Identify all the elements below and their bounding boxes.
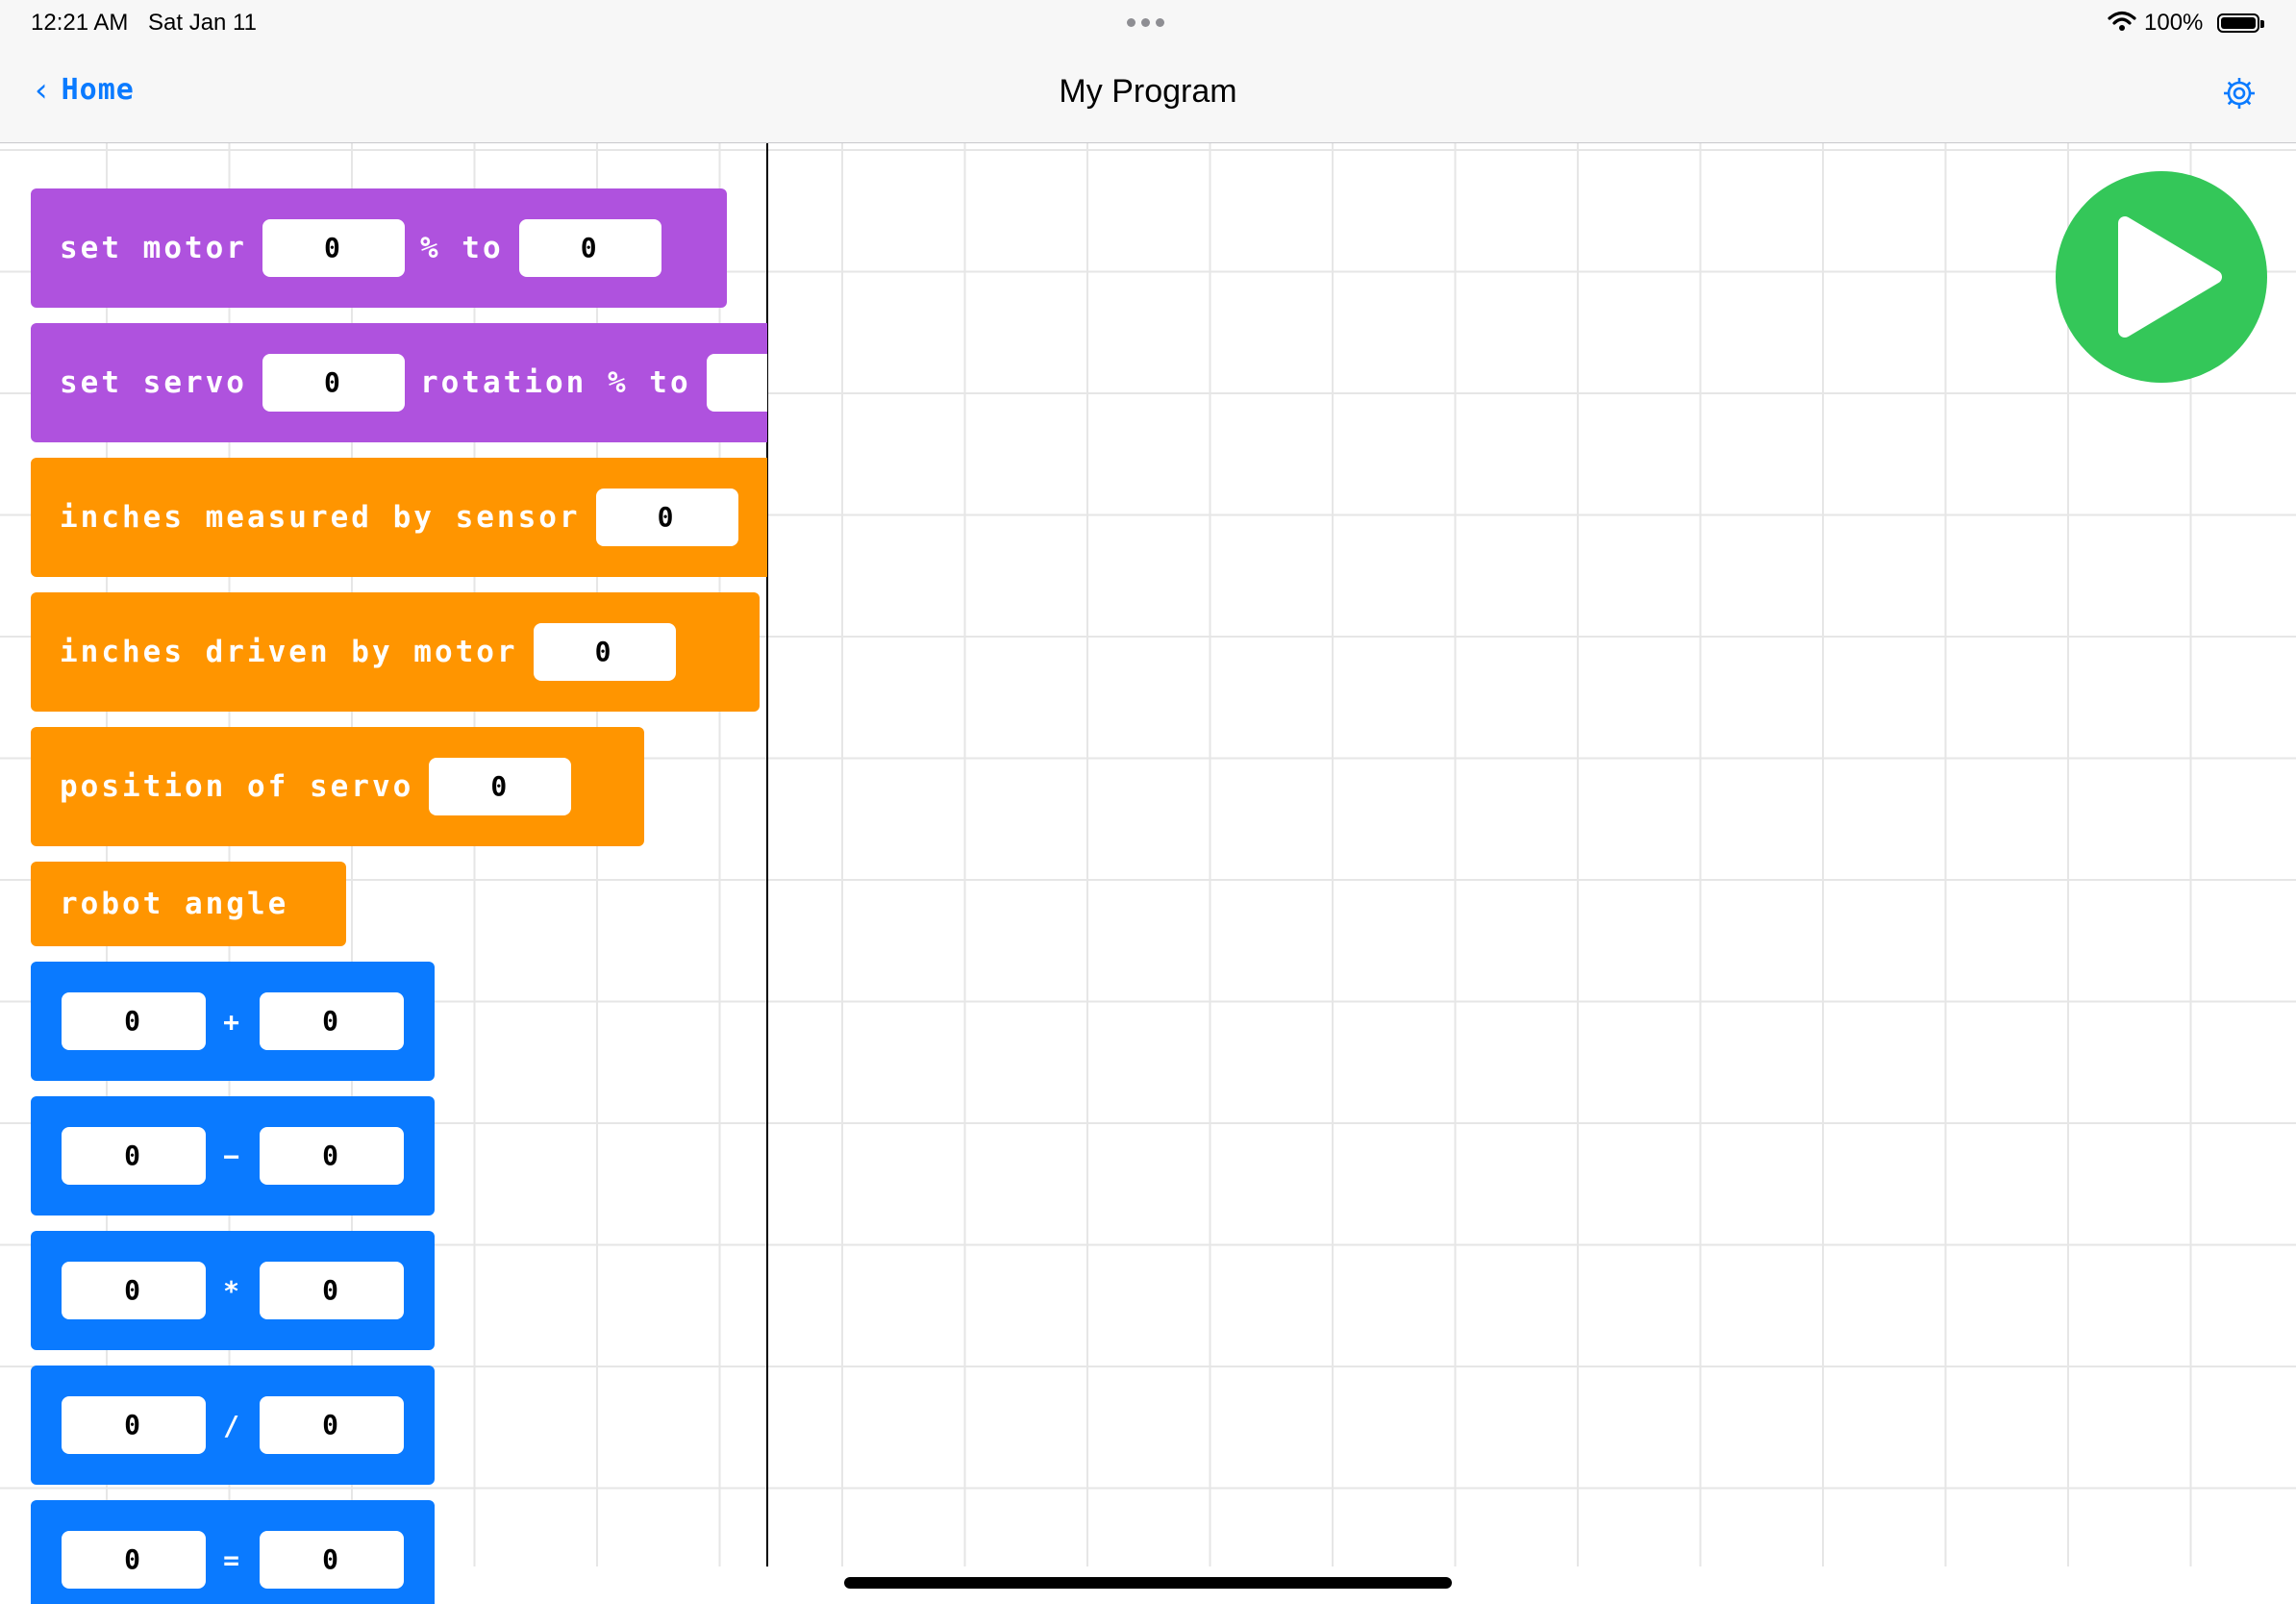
page-title: My Program [1059, 73, 1237, 110]
navigation-bar: ‹ Home My Program [0, 48, 2296, 143]
sensor-number-input[interactable]: 0 [595, 489, 738, 546]
motor-number-input[interactable]: 0 [533, 623, 676, 681]
minus-operator: − [223, 1140, 242, 1172]
motor-number-input[interactable]: 0 [262, 219, 405, 277]
block-label: inches measured by sensor [60, 500, 581, 535]
block-label: robot angle [60, 887, 289, 921]
set-motor-block[interactable]: set motor 0 % to 0 [31, 188, 727, 308]
block-palette: set motor 0 % to 0 set servo 0 rotation … [31, 188, 767, 1604]
servo-number-input[interactable]: 0 [429, 758, 572, 815]
servo-number-input[interactable]: 0 [262, 354, 405, 412]
right-operand-input[interactable]: 0 [260, 992, 404, 1050]
divide-operator: / [223, 1409, 242, 1441]
left-operand-input[interactable]: 0 [62, 992, 206, 1050]
multiply-operator: * [223, 1274, 242, 1307]
block-label: inches driven by motor [60, 635, 518, 669]
equals-block[interactable]: 0 = 0 [31, 1500, 435, 1604]
status-date: Sat Jan 11 [148, 10, 257, 36]
motor-percent-input[interactable]: 0 [518, 219, 661, 277]
left-operand-input[interactable]: 0 [62, 1531, 206, 1589]
add-block[interactable]: 0 + 0 [31, 962, 435, 1081]
block-label: % to [419, 231, 504, 265]
block-label: set motor [60, 231, 247, 265]
equals-operator: = [223, 1543, 242, 1576]
status-bar: 12:21 AM Sat Jan 11 100% [0, 0, 2296, 48]
gear-icon[interactable] [2221, 75, 2258, 112]
right-operand-input[interactable]: 0 [260, 1396, 404, 1454]
multiply-block[interactable]: 0 * 0 [31, 1231, 435, 1350]
position-of-servo-block[interactable]: position of servo 0 [31, 727, 644, 846]
multitasking-dots-icon[interactable] [1127, 18, 1164, 27]
plus-operator: + [223, 1005, 242, 1038]
right-operand-input[interactable]: 0 [260, 1531, 404, 1589]
right-operand-input[interactable]: 0 [260, 1262, 404, 1319]
left-operand-input[interactable]: 0 [62, 1262, 206, 1319]
status-time: 12:21 AM [31, 10, 129, 36]
subtract-block[interactable]: 0 − 0 [31, 1096, 435, 1216]
left-operand-input[interactable]: 0 [62, 1396, 206, 1454]
set-servo-block[interactable]: set servo 0 rotation % to [31, 323, 767, 442]
play-icon [2118, 216, 2222, 338]
block-label: position of servo [60, 769, 414, 804]
wifi-icon [2108, 10, 2136, 39]
inches-driven-by-motor-block[interactable]: inches driven by motor 0 [31, 592, 760, 712]
battery-icon [2217, 13, 2264, 33]
home-indicator[interactable] [844, 1577, 1452, 1589]
run-button[interactable] [2056, 171, 2267, 383]
left-operand-input[interactable]: 0 [62, 1127, 206, 1185]
block-label: rotation % to [419, 365, 691, 400]
block-label: set servo [60, 365, 247, 400]
battery-percentage: 100% [2144, 10, 2204, 36]
divide-block[interactable]: 0 / 0 [31, 1366, 435, 1485]
right-operand-input[interactable]: 0 [260, 1127, 404, 1185]
servo-rotation-input[interactable] [706, 354, 767, 412]
inches-measured-by-sensor-block[interactable]: inches measured by sensor 0 [31, 458, 767, 577]
robot-angle-block[interactable]: robot angle [31, 862, 346, 946]
